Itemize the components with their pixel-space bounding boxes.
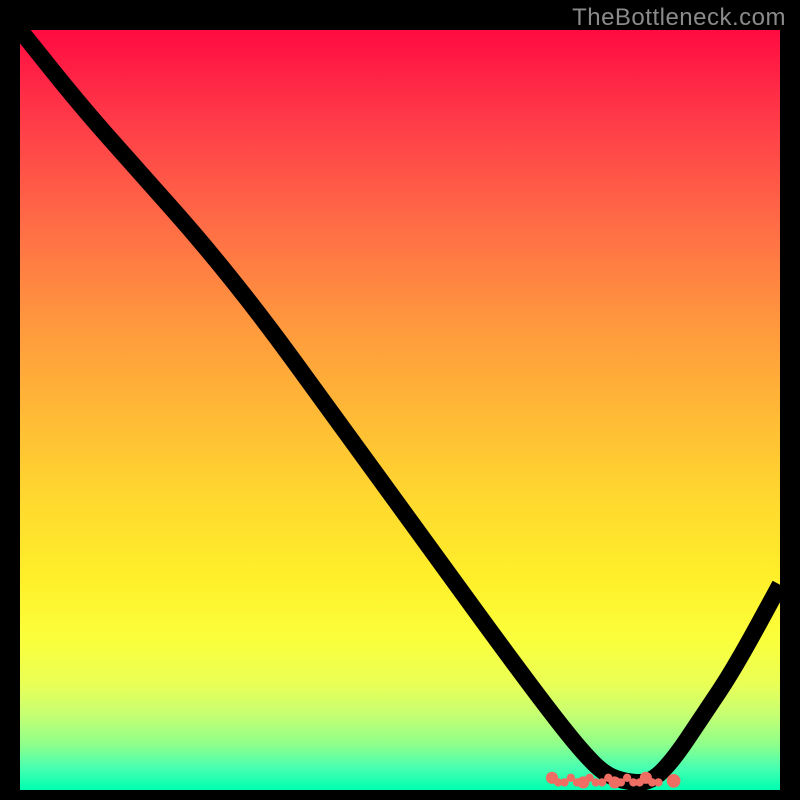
bottleneck-curve <box>20 30 780 790</box>
curve-path <box>20 30 780 782</box>
attribution-text: TheBottleneck.com <box>572 4 786 32</box>
plot-area <box>20 30 780 790</box>
chart-container: TheBottleneck.com <box>0 0 800 800</box>
